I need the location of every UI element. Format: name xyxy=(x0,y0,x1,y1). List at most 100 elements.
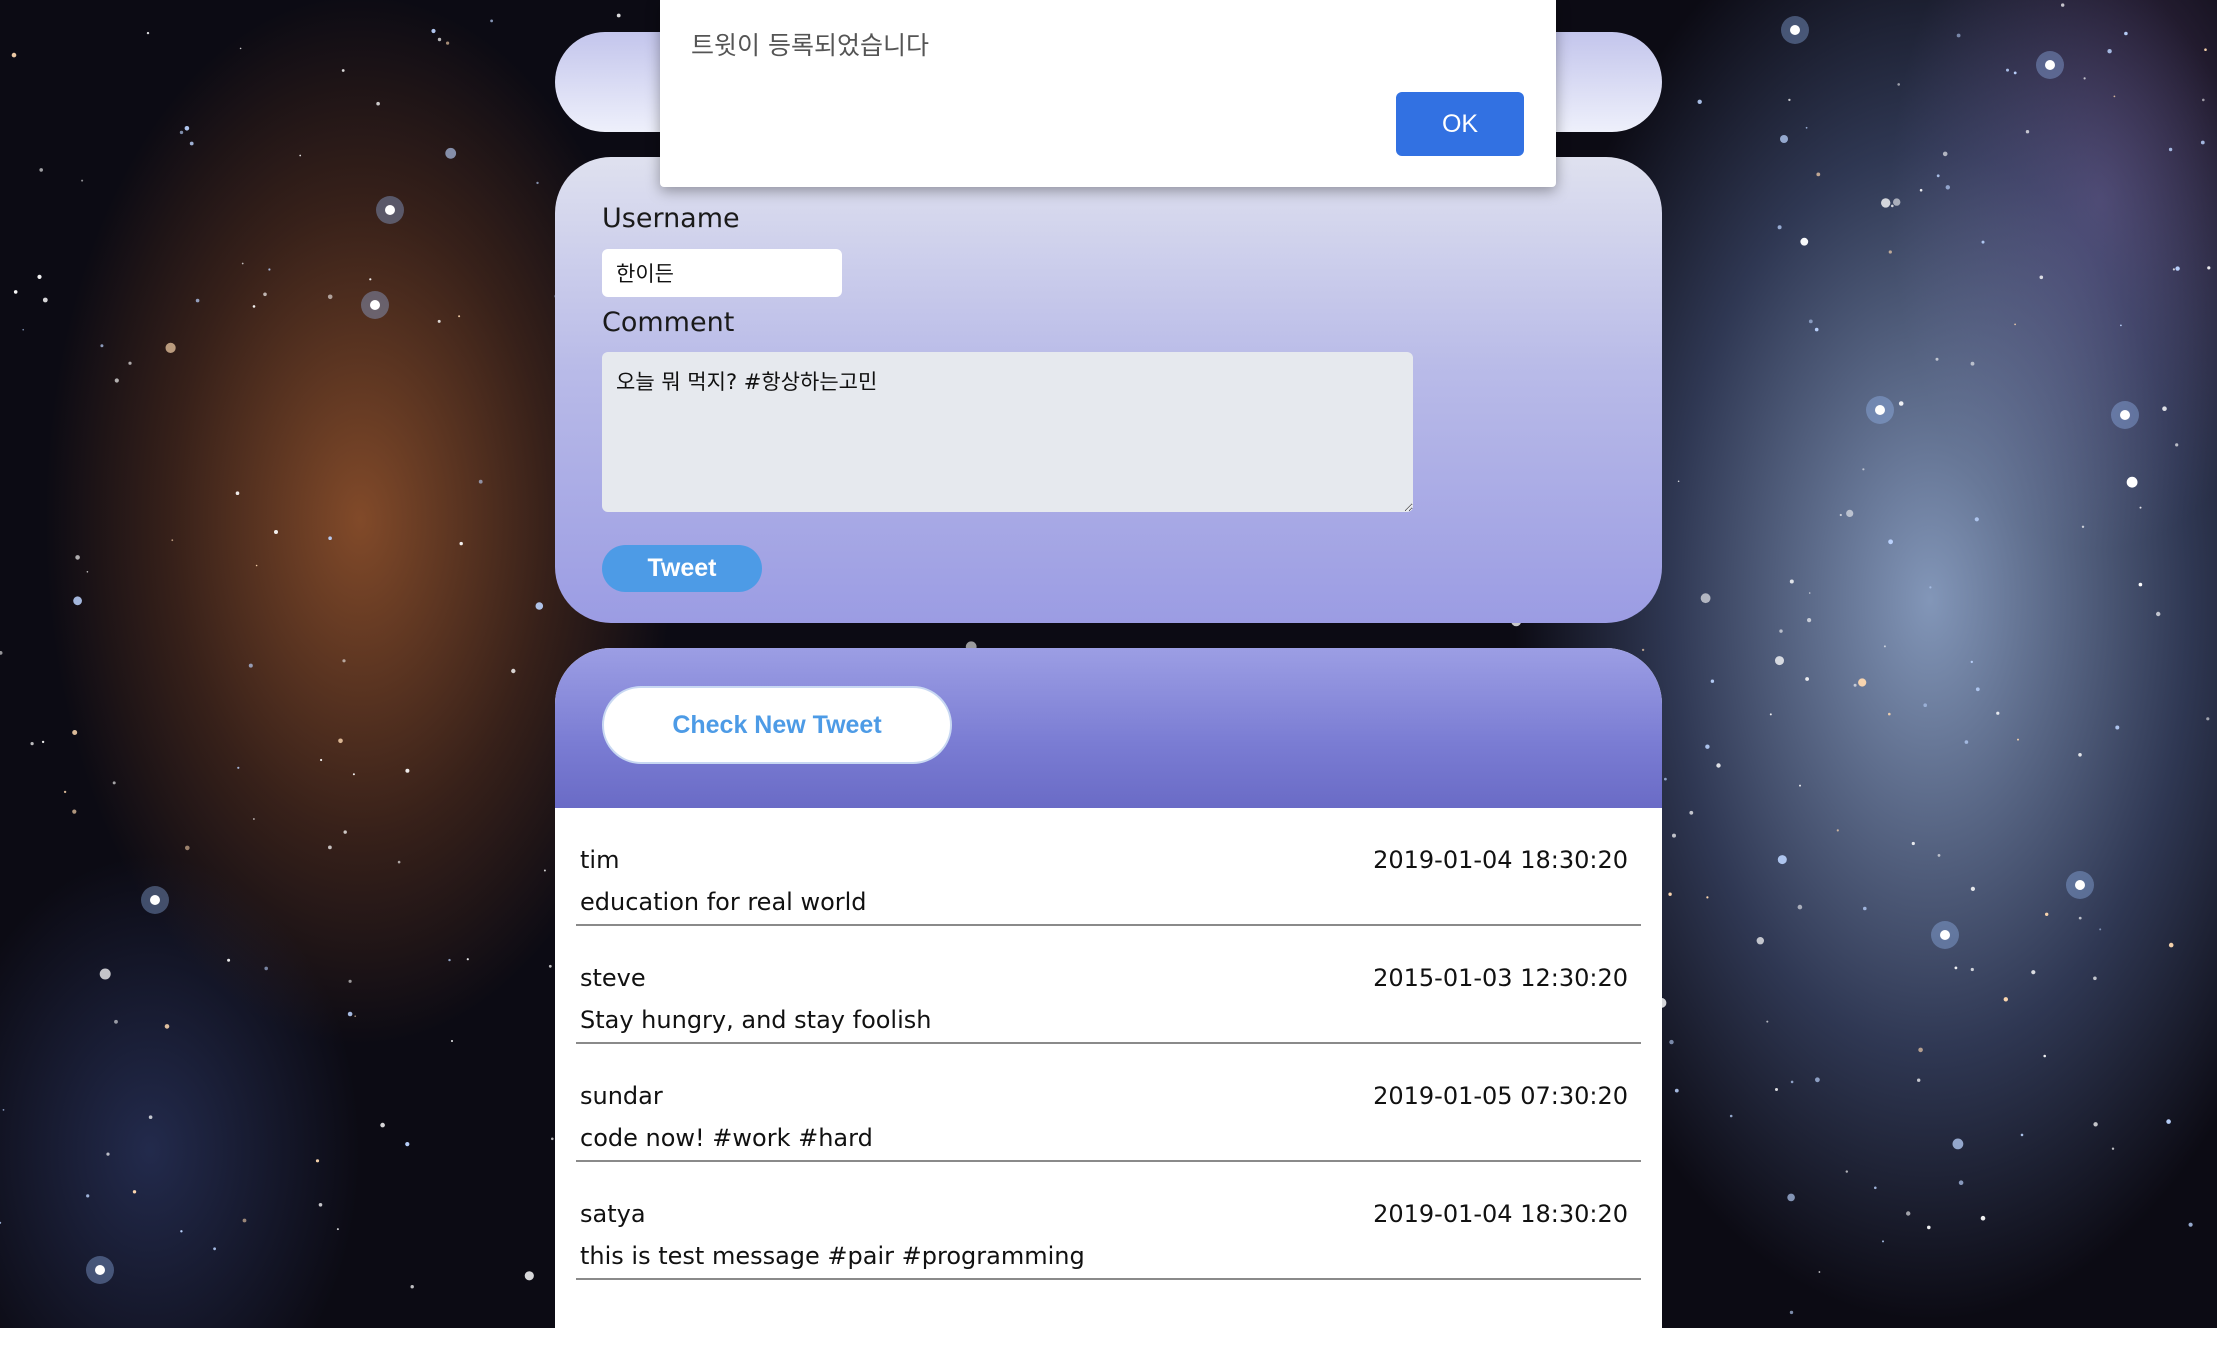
star xyxy=(1891,204,1894,208)
star xyxy=(1816,172,1821,177)
star xyxy=(2166,1119,2171,1124)
star xyxy=(1893,198,1901,206)
star xyxy=(446,41,450,45)
tweet-username[interactable]: tim xyxy=(580,846,619,874)
tweet-username[interactable]: satya xyxy=(580,1200,646,1228)
star xyxy=(81,179,84,182)
tweet-username[interactable]: steve xyxy=(580,964,646,992)
star xyxy=(1927,1225,1931,1230)
star xyxy=(1677,480,1680,483)
star xyxy=(1789,1310,1794,1315)
star xyxy=(1970,967,1974,972)
star xyxy=(1697,99,1702,105)
star xyxy=(248,663,253,668)
star xyxy=(1672,833,1676,838)
star xyxy=(1710,679,1715,683)
bright-star xyxy=(2075,880,2085,890)
star xyxy=(1918,1047,1923,1053)
star xyxy=(535,602,544,610)
star xyxy=(348,979,352,983)
star xyxy=(2025,130,2030,134)
star xyxy=(128,361,132,365)
bright-star xyxy=(370,300,380,310)
username-label: Username xyxy=(602,203,740,234)
star xyxy=(376,101,380,106)
star xyxy=(1888,250,1892,254)
tweet-timestamp: 2019-01-05 07:30:20 xyxy=(1373,1082,1628,1110)
star xyxy=(2120,324,2122,327)
tweet-timestamp: 2019-01-04 18:30:20 xyxy=(1373,1200,1628,1228)
star xyxy=(1906,1211,1911,1216)
bright-star xyxy=(150,895,160,905)
star xyxy=(165,342,176,353)
star xyxy=(1805,677,1809,681)
star xyxy=(1919,188,1923,192)
star xyxy=(1970,886,1975,892)
star xyxy=(1929,586,1932,589)
star xyxy=(42,297,48,303)
star xyxy=(39,168,43,172)
star xyxy=(1775,656,1784,666)
tweet-form: Username Comment 오늘 뭐 먹지? #항상하는고민 Tweet xyxy=(555,157,1662,623)
star xyxy=(338,738,343,744)
star xyxy=(1779,629,1783,633)
star xyxy=(0,1221,2,1224)
star xyxy=(2206,717,2210,721)
star xyxy=(2006,68,2009,72)
star xyxy=(132,1190,137,1194)
star xyxy=(431,28,436,34)
tweet-button[interactable]: Tweet xyxy=(602,545,762,592)
star xyxy=(2078,916,2082,920)
star xyxy=(22,328,25,331)
bright-star xyxy=(2120,410,2130,420)
star xyxy=(1853,683,1857,687)
star xyxy=(2083,77,2086,80)
tweet-item: steve 2015-01-03 12:30:20 Stay hungry, a… xyxy=(576,926,1641,1044)
star xyxy=(1954,966,1958,970)
star xyxy=(189,141,194,146)
star xyxy=(1964,740,1969,744)
star xyxy=(253,818,255,820)
star xyxy=(327,294,333,300)
tweet-item: tim 2019-01-04 18:30:20 education for re… xyxy=(576,808,1641,926)
star xyxy=(451,1040,453,1042)
star xyxy=(548,964,552,968)
comment-label: Comment xyxy=(602,307,735,338)
star xyxy=(616,13,621,18)
check-new-tweet-button[interactable]: Check New Tweet xyxy=(602,686,952,764)
star xyxy=(1705,744,1710,749)
star xyxy=(1942,151,1948,157)
star xyxy=(1863,906,1867,911)
star xyxy=(405,1142,410,1147)
star xyxy=(2014,323,2016,326)
star xyxy=(106,1152,110,1156)
star xyxy=(184,126,190,131)
star xyxy=(328,845,332,850)
ok-button[interactable]: OK xyxy=(1396,92,1524,156)
star xyxy=(343,830,347,834)
star xyxy=(347,1011,353,1017)
star xyxy=(1883,645,1886,648)
star xyxy=(511,668,516,674)
comment-textarea[interactable]: 오늘 뭐 먹지? #항상하는고민 xyxy=(602,352,1413,512)
star xyxy=(264,966,269,971)
star xyxy=(2175,443,2179,447)
bright-star xyxy=(1875,405,1885,415)
star xyxy=(1775,1088,1778,1091)
star xyxy=(146,31,150,35)
star xyxy=(2107,49,2112,54)
star xyxy=(320,758,323,762)
star xyxy=(1980,1215,1986,1221)
star xyxy=(2207,266,2211,270)
tweet-username[interactable]: sundar xyxy=(580,1082,663,1110)
star xyxy=(2099,928,2102,931)
username-input[interactable] xyxy=(602,249,842,297)
star xyxy=(2202,98,2205,102)
star xyxy=(2039,275,2044,280)
star xyxy=(1970,361,1975,366)
star xyxy=(1956,33,1961,38)
star xyxy=(352,773,355,776)
star xyxy=(0,651,3,655)
star xyxy=(41,740,45,744)
star xyxy=(478,479,483,484)
